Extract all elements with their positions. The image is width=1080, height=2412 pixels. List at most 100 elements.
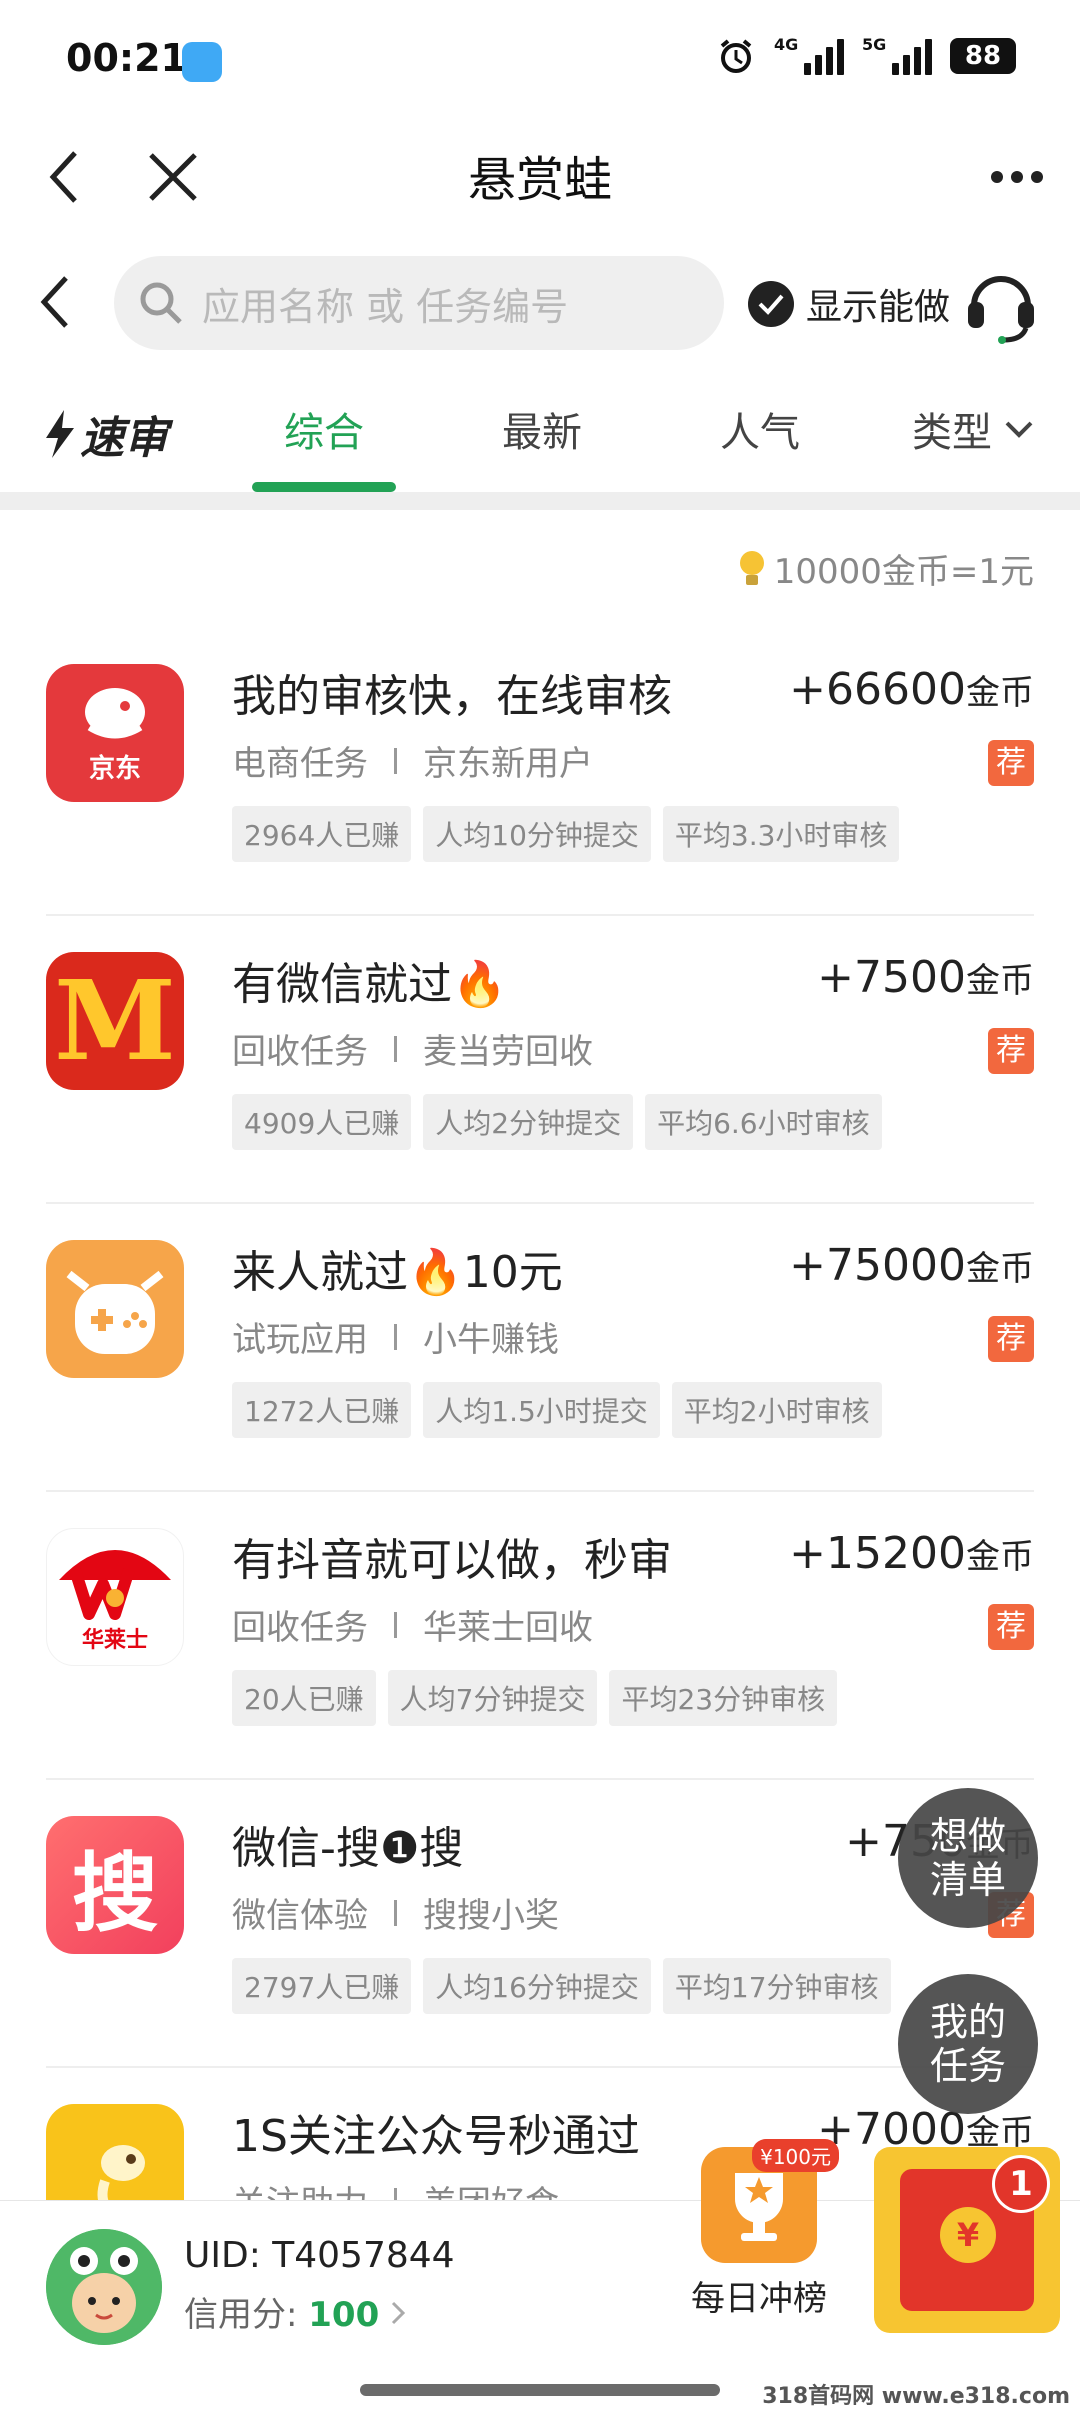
- task-category: 微信体验: [232, 1896, 368, 1936]
- show-can-do-toggle[interactable]: 显示能做: [748, 278, 950, 330]
- recommend-badge: 荐: [988, 1604, 1034, 1650]
- task-item[interactable]: M 有微信就过🔥 +7500金币 回收任务 麦当劳回收 荐 4909人已赚 人均2…: [0, 916, 1080, 1204]
- task-tags: 4909人已赚 人均2分钟提交 平均6.6小时审核: [232, 1094, 882, 1150]
- search-back-button[interactable]: [36, 274, 72, 334]
- task-reward-value: +7500: [817, 952, 966, 1003]
- task-app: 华莱士回收: [423, 1608, 593, 1648]
- tab-comprehensive[interactable]: 综合: [284, 400, 364, 458]
- tab-newest[interactable]: 最新: [502, 400, 582, 458]
- recommend-badge: 荐: [988, 1316, 1034, 1362]
- nav-bar: 悬赏蛙: [0, 120, 1080, 230]
- task-item[interactable]: 来人就过🔥10元 +75000金币 试玩应用 小牛赚钱 荐 1272人已赚 人均1…: [0, 1204, 1080, 1492]
- task-tag: 2964人已赚: [232, 806, 412, 862]
- coin-ratio-text: 10000金币=1元: [773, 552, 1034, 592]
- task-reward: +15200金币: [789, 1528, 1034, 1579]
- tab-type[interactable]: 类型: [912, 400, 1034, 458]
- tab-popular[interactable]: 人气: [720, 400, 800, 458]
- task-app: 京东新用户: [423, 744, 593, 784]
- my-tasks-label: 我的任务: [929, 2000, 1006, 2088]
- lightning-icon: [46, 410, 74, 458]
- task-tag: 平均6.6小时审核: [645, 1094, 882, 1150]
- status-bar: 00:21 4G 5G 88: [0, 0, 1080, 120]
- task-tags: 1272人已赚 人均1.5小时提交 平均2小时审核: [232, 1382, 882, 1438]
- my-tasks-button[interactable]: 我的任务: [898, 1974, 1038, 2114]
- avatar[interactable]: [46, 2229, 162, 2345]
- task-tag: 20人已赚: [232, 1670, 376, 1726]
- wish-list-button[interactable]: 想做清单: [898, 1788, 1038, 1928]
- signal-5g-icon: 5G: [862, 35, 932, 75]
- search-input[interactable]: 应用名称 或 任务编号: [114, 256, 724, 350]
- task-category: 试玩应用: [232, 1320, 368, 1360]
- task-item[interactable]: 京东 我的审核快，在线审核 +66600金币 电商任务 京东新用户 荐 2964人…: [0, 628, 1080, 916]
- task-meta: 电商任务 京东新用户: [232, 736, 593, 785]
- credit-score[interactable]: 信用分: 100: [184, 2287, 408, 2336]
- frog-avatar-icon: [46, 2229, 162, 2345]
- daily-rank-button[interactable]: ¥100元 每日冲榜: [686, 2139, 839, 2320]
- task-reward: +75000金币: [789, 1240, 1034, 1291]
- task-tags: 2797人已赚 人均16分钟提交 平均17分钟审核: [232, 1958, 891, 2014]
- cow-icon: [46, 1240, 184, 1378]
- task-meta: 回收任务 华莱士回收: [232, 1600, 593, 1649]
- wallace-icon: 华莱士: [46, 1528, 184, 1666]
- task-category: 电商任务: [232, 744, 368, 784]
- task-tag: 人均10分钟提交: [423, 806, 651, 862]
- more-button[interactable]: [982, 142, 1052, 212]
- daily-rank-badge: ¥100元: [752, 2139, 839, 2172]
- chevron-down-icon: [1005, 421, 1033, 438]
- sousou-icon: 搜: [46, 1816, 184, 1954]
- mcdonalds-icon-text: M: [54, 956, 176, 1085]
- task-tag: 人均7分钟提交: [387, 1670, 598, 1726]
- task-tag: 1272人已赚: [232, 1382, 412, 1438]
- task-tag: 4909人已赚: [232, 1094, 412, 1150]
- fast-review-button[interactable]: 速审: [44, 402, 168, 466]
- page-title: 悬赏蛙: [467, 152, 612, 208]
- status-time: 00:21: [66, 36, 187, 80]
- mcdonalds-icon: M: [46, 952, 184, 1090]
- task-reward-value: +66600: [789, 664, 966, 715]
- red-packet-button[interactable]: ¥ 1: [874, 2147, 1060, 2333]
- task-tag: 平均17分钟审核: [662, 1958, 891, 2014]
- home-indicator[interactable]: [360, 2384, 720, 2396]
- wish-list-label: 想做清单: [929, 1814, 1006, 1902]
- show-can-do-label: 显示能做: [806, 287, 951, 328]
- task-item[interactable]: 华莱士 有抖音就可以做，秒审 +15200金币 回收任务 华莱士回收 荐 20人已…: [0, 1492, 1080, 1780]
- task-tag: 2797人已赚: [232, 1958, 412, 2014]
- task-tag: 人均16分钟提交: [423, 1958, 651, 2014]
- active-tab-indicator: [252, 482, 396, 492]
- yuan-coin-icon: ¥: [940, 2207, 996, 2263]
- headset-icon: [968, 276, 1034, 344]
- recommend-badge: 荐: [988, 1028, 1034, 1074]
- task-category: 回收任务: [232, 1608, 368, 1648]
- task-app: 麦当劳回收: [423, 1032, 593, 1072]
- task-app: 搜搜小奖: [423, 1896, 559, 1936]
- task-meta: 试玩应用 小牛赚钱: [232, 1312, 559, 1361]
- alarm-icon: [720, 39, 752, 73]
- task-reward-value: +15200: [789, 1528, 966, 1579]
- task-reward: +66600金币: [789, 664, 1034, 715]
- task-title: 来人就过🔥10元: [232, 1247, 563, 1298]
- task-reward-value: +75000: [789, 1240, 966, 1291]
- search-placeholder: 应用名称 或 任务编号: [202, 284, 569, 329]
- task-title: 我的审核快，在线审核: [232, 671, 672, 722]
- task-title: 1S关注公众号秒通过: [232, 2111, 640, 2162]
- jd-icon: 京东: [46, 664, 184, 802]
- section-divider: [0, 492, 1080, 510]
- sousou-icon-text: 搜: [72, 1843, 158, 1944]
- task-app: 小牛赚钱: [423, 1320, 559, 1360]
- more-dots-icon: [991, 171, 1043, 183]
- check-circle-icon: [748, 281, 794, 327]
- search-row: 应用名称 或 任务编号 显示能做: [0, 250, 1080, 360]
- credit-value: 100: [308, 2295, 380, 2335]
- task-category: 回收任务: [232, 1032, 368, 1072]
- trophy-icon: ¥100元: [701, 2139, 839, 2263]
- fast-review-label: 速审: [80, 413, 168, 464]
- signal-4g-icon: 4G: [774, 35, 844, 75]
- task-tag: 平均23分钟审核: [609, 1670, 838, 1726]
- network-label-5g: 5G: [862, 35, 887, 54]
- task-tags: 20人已赚 人均7分钟提交 平均23分钟审核: [232, 1670, 838, 1726]
- recommend-badge: 荐: [988, 740, 1034, 786]
- customer-service-button[interactable]: [964, 266, 1038, 348]
- task-meta: 回收任务 麦当劳回收: [232, 1024, 593, 1073]
- red-packet-count: 1: [992, 2155, 1050, 2213]
- chevron-right-icon: [392, 2301, 406, 2325]
